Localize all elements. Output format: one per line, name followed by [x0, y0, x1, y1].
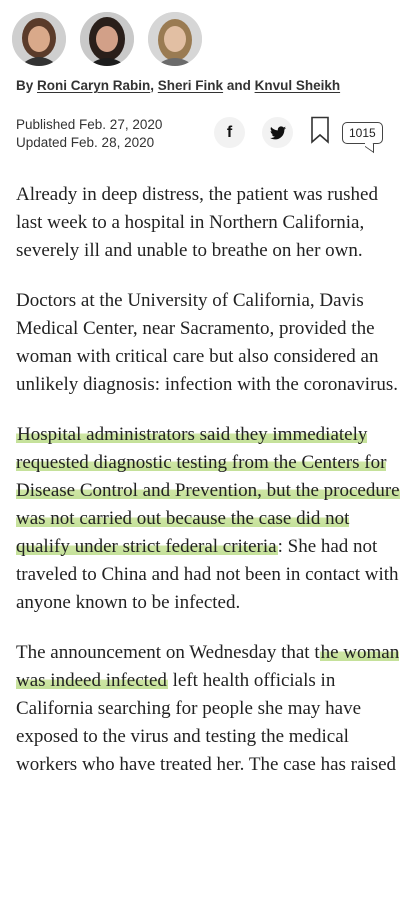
- updated-date: Updated Feb. 28, 2020: [16, 135, 155, 150]
- author-link-1[interactable]: Roni Caryn Rabin: [37, 78, 150, 93]
- bookmark-icon: [311, 116, 329, 144]
- byline-separator: ,: [150, 78, 158, 93]
- byline-prefix: By: [16, 78, 38, 93]
- paragraph: The announcement on Wednesday that the w…: [16, 639, 400, 779]
- author-avatars: [12, 12, 202, 66]
- author-link-3[interactable]: Knvul Sheikh: [255, 78, 341, 93]
- comment-count: 1015: [349, 125, 376, 140]
- paragraph: Doctors at the University of California,…: [16, 287, 400, 399]
- author-link-2[interactable]: Sheri Fink: [158, 78, 223, 93]
- facebook-icon: f: [226, 123, 233, 141]
- paragraph-text: The announcement on Wednesday that t: [16, 642, 320, 663]
- timestamps: Published Feb. 27, 2020 Updated Feb. 28,…: [16, 116, 162, 152]
- twitter-share-button[interactable]: [262, 117, 293, 148]
- facebook-share-button[interactable]: f: [214, 117, 245, 148]
- author-photo-1: [12, 12, 66, 66]
- avatar[interactable]: [148, 12, 202, 66]
- byline-separator: and: [223, 78, 255, 93]
- avatar[interactable]: [80, 12, 134, 66]
- author-photo-2: [80, 12, 134, 66]
- author-photo-3: [148, 12, 202, 66]
- share-tools: f 1015: [214, 116, 383, 149]
- save-bookmark-button[interactable]: [310, 116, 330, 149]
- comments-button[interactable]: 1015: [342, 121, 383, 144]
- paragraph-text: Doctors at the University of California,…: [16, 290, 399, 395]
- byline: By Roni Caryn Rabin, Sheri Fink and Knvu…: [16, 78, 340, 93]
- published-date: Published Feb. 27, 2020: [16, 117, 163, 132]
- avatar[interactable]: [12, 12, 66, 66]
- twitter-icon: [269, 125, 286, 139]
- paragraph: Already in deep distress, the patient wa…: [16, 184, 378, 261]
- paragraph: Hospital administrators said they immedi…: [16, 421, 400, 617]
- article-body: Already in deep distress, the patient wa…: [16, 181, 400, 801]
